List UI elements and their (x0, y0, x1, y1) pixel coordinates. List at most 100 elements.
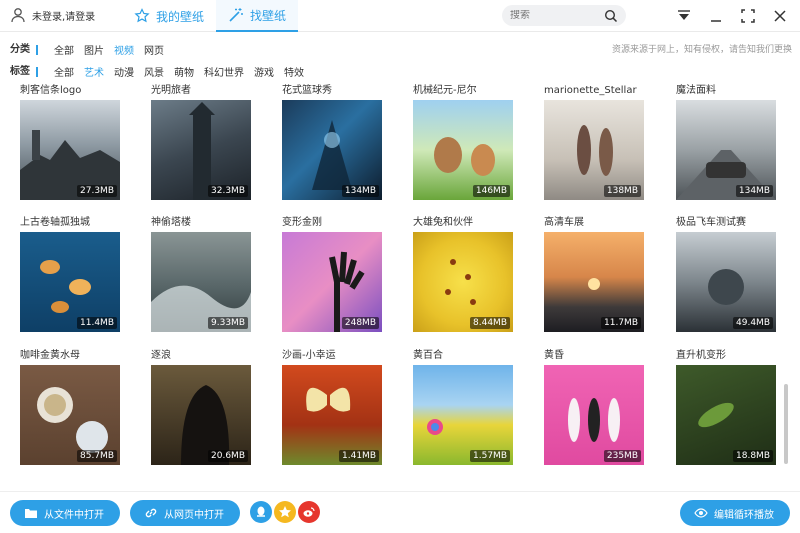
wallpaper-title: 刺客信条logo (20, 85, 82, 96)
maximize-icon (741, 9, 755, 23)
maximize-button[interactable] (738, 6, 758, 26)
wallpaper-card[interactable]: 神偷塔楼 9.33MB (151, 216, 251, 332)
user-login-label: 未登录,请登录 (32, 11, 96, 23)
wallpaper-card[interactable]: 高清车展 11.7MB (544, 216, 644, 332)
wallpaper-thumbnail[interactable]: 1.57MB (413, 365, 513, 465)
wallpaper-title: 变形金刚 (282, 217, 322, 228)
wallpaper-thumbnail[interactable]: 27.3MB (20, 100, 120, 200)
dropdown-menu-button[interactable] (674, 6, 694, 26)
wallpaper-card[interactable]: 花式篮球秀 134MB (282, 84, 382, 200)
wallpaper-card[interactable]: 机械纪元-尼尔 146MB (413, 84, 513, 200)
wallpaper-thumbnail[interactable]: 49.4MB (676, 232, 776, 332)
wallpaper-card[interactable]: 逐浪 20.6MB (151, 349, 251, 465)
wallpaper-card[interactable]: 咖啡金黄水母 85.7MB (20, 349, 120, 465)
open-from-web-button[interactable]: 从网页中打开 (130, 500, 240, 526)
search-icon[interactable] (604, 9, 618, 23)
wallpaper-thumbnail[interactable]: 85.7MB (20, 365, 120, 465)
wallpaper-title: 逐浪 (151, 350, 171, 361)
weibo-share-button[interactable] (298, 501, 320, 523)
edit-loop-play-button[interactable]: 编辑循环播放 (680, 500, 790, 526)
open-from-file-button[interactable]: 从文件中打开 (10, 500, 120, 526)
wallpaper-card[interactable]: 极品飞车测试赛 49.4MB (676, 216, 776, 332)
wallpaper-thumbnail[interactable]: 248MB (282, 232, 382, 332)
tab-my-wallpapers[interactable]: 我的壁纸 (122, 0, 216, 32)
wallpaper-card[interactable]: 刺客信条logo 27.3MB (20, 84, 120, 200)
file-size-badge: 248MB (341, 317, 379, 329)
close-icon (774, 10, 786, 22)
wallpaper-thumbnail[interactable]: 235MB (544, 365, 644, 465)
tag-art[interactable]: 艺术 (84, 64, 104, 79)
qq-icon (257, 506, 265, 517)
link-icon (145, 508, 157, 518)
tag-scifi[interactable]: 科幻世界 (204, 64, 244, 79)
wallpaper-thumbnail[interactable]: 9.33MB (151, 232, 251, 332)
wallpaper-title: 大雄兔和伙伴 (413, 217, 473, 228)
file-size-badge: 134MB (735, 185, 773, 197)
folder-icon (25, 509, 37, 518)
wallpaper-title: 黄昏 (544, 350, 564, 361)
filter-panel: 分类 全部 图片 视频 网页 标签 全部 艺术 动漫 风景 萌物 科幻世界 游戏… (0, 36, 800, 82)
wallpaper-card[interactable]: 大雄兔和伙伴 8.44MB (413, 216, 513, 332)
close-button[interactable] (770, 6, 790, 26)
tag-effects[interactable]: 特效 (284, 64, 304, 79)
file-size-badge: 8.44MB (470, 317, 510, 329)
file-size-badge: 146MB (472, 185, 510, 197)
wallpaper-card[interactable]: 黄昏 235MB (544, 349, 644, 465)
tag-scenery[interactable]: 风景 (144, 64, 164, 79)
qq-share-button[interactable] (250, 501, 272, 523)
file-size-badge: 9.33MB (208, 317, 248, 329)
eye-icon (694, 508, 708, 518)
wallpaper-thumbnail[interactable]: 18.8MB (676, 365, 776, 465)
search-input[interactable] (510, 10, 590, 21)
wallpaper-thumbnail[interactable]: 8.44MB (413, 232, 513, 332)
wallpaper-thumbnail[interactable]: 134MB (676, 100, 776, 200)
wallpaper-card[interactable]: 黄百合 1.57MB (413, 349, 513, 465)
user-login[interactable]: 未登录,请登录 (10, 7, 95, 23)
wallpaper-thumbnail[interactable]: 11.7MB (544, 232, 644, 332)
qzone-share-button[interactable] (274, 501, 296, 523)
wallpaper-card[interactable]: 变形金刚 248MB (282, 216, 382, 332)
triangle-down-icon (678, 10, 690, 20)
file-size-badge: 235MB (603, 450, 641, 462)
tag-anime[interactable]: 动漫 (114, 64, 134, 79)
wallpaper-card[interactable]: 直升机变形 18.8MB (676, 349, 776, 465)
wallpaper-title: 花式篮球秀 (282, 85, 332, 96)
tag-label: 标签 (10, 66, 38, 77)
category-image[interactable]: 图片 (84, 42, 104, 57)
wallpaper-grid: 刺客信条logo 27.3MB 光明旅者 32.3MB 花式篮球秀 134MB … (0, 84, 790, 491)
category-filter-row: 分类 全部 图片 视频 网页 (10, 42, 164, 57)
wallpaper-card[interactable]: 光明旅者 32.3MB (151, 84, 251, 200)
open-from-web-label: 从网页中打开 (164, 509, 224, 521)
wallpaper-thumbnail[interactable]: 11.4MB (20, 232, 120, 332)
minimize-button[interactable] (706, 6, 726, 26)
wallpaper-thumbnail[interactable]: 32.3MB (151, 100, 251, 200)
tag-cute[interactable]: 萌物 (174, 64, 194, 79)
tag-game[interactable]: 游戏 (254, 64, 274, 79)
wallpaper-card[interactable]: 上古卷轴孤独城 11.4MB (20, 216, 120, 332)
category-all[interactable]: 全部 (54, 42, 74, 57)
file-size-badge: 85.7MB (77, 450, 117, 462)
category-web[interactable]: 网页 (144, 42, 164, 57)
tag-all[interactable]: 全部 (54, 64, 74, 79)
file-size-badge: 20.6MB (208, 450, 248, 462)
wallpaper-thumbnail[interactable]: 138MB (544, 100, 644, 200)
file-size-badge: 1.57MB (470, 450, 510, 462)
scrollbar-thumb[interactable] (784, 384, 788, 464)
wallpaper-card[interactable]: 魔法面料 134MB (676, 84, 776, 200)
wallpaper-thumbnail[interactable]: 1.41MB (282, 365, 382, 465)
wallpaper-card[interactable]: 沙画-小幸运 1.41MB (282, 349, 382, 465)
search-box (502, 5, 626, 26)
footer-bar: 从文件中打开 从网页中打开 编辑循环播放 (0, 491, 800, 533)
category-video[interactable]: 视频 (114, 42, 134, 57)
wallpaper-thumbnail[interactable]: 20.6MB (151, 365, 251, 465)
file-size-badge: 27.3MB (77, 185, 117, 197)
wallpaper-thumbnail[interactable]: 134MB (282, 100, 382, 200)
tab-find-wallpapers[interactable]: 找壁纸 (216, 0, 299, 32)
wallpaper-title: 黄百合 (413, 350, 443, 361)
wallpaper-thumbnail[interactable]: 146MB (413, 100, 513, 200)
wallpaper-title: 直升机变形 (676, 350, 726, 361)
file-size-badge: 11.7MB (601, 317, 641, 329)
star-icon (134, 8, 150, 23)
file-size-badge: 18.8MB (733, 450, 773, 462)
wallpaper-card[interactable]: marionette_Stellar 138MB (544, 84, 644, 200)
